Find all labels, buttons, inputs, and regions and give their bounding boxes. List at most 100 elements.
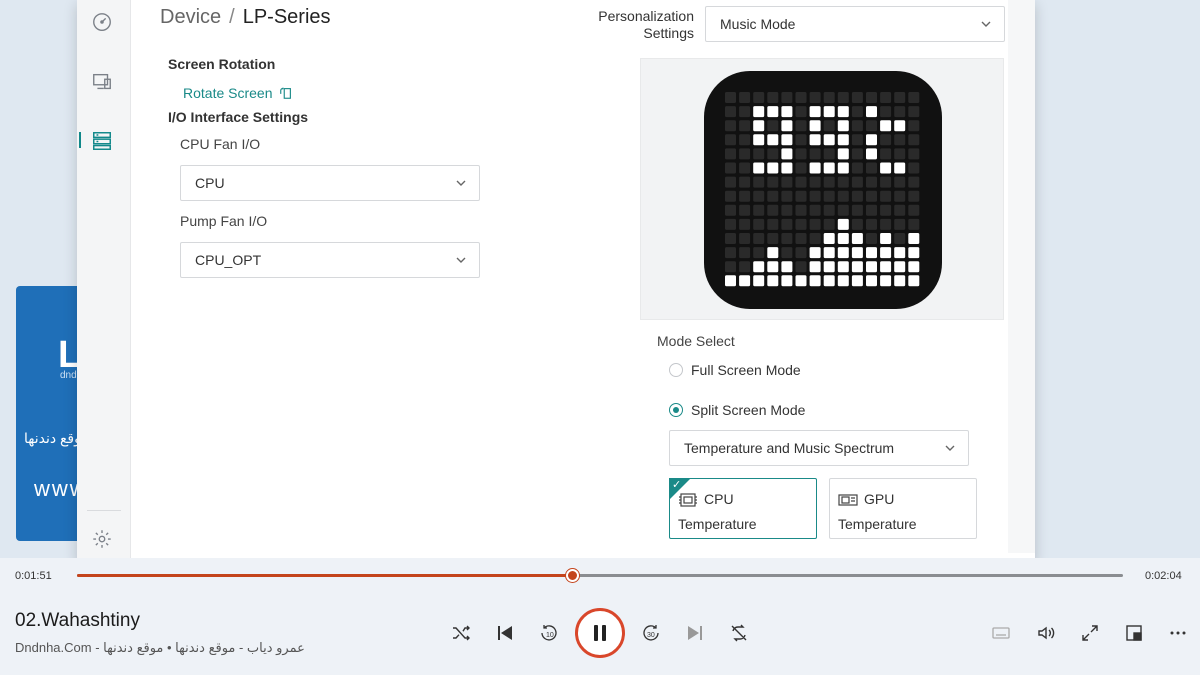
lcd-preview-panel (640, 58, 1004, 320)
lcd-pixel (725, 120, 736, 132)
lcd-pixel (837, 275, 849, 287)
seek-bar[interactable] (77, 569, 1123, 582)
chevron-down-icon (455, 177, 467, 189)
lcd-pixel (851, 233, 863, 244)
split-screen-radio[interactable] (669, 403, 683, 417)
lcd-pixel (837, 218, 849, 230)
lcd-pixel (823, 218, 835, 230)
lcd-pixel (739, 92, 751, 103)
lcd-pixel (725, 176, 736, 188)
device-list-icon[interactable] (91, 130, 113, 152)
lcd-pixel (823, 190, 835, 202)
lcd-pixel (809, 176, 821, 188)
lcd-pixel (753, 92, 765, 103)
lcd-pixel (809, 275, 821, 287)
lcd-pixel (767, 92, 779, 103)
lcd-pixel (908, 204, 920, 216)
lcd-pixel (739, 120, 751, 132)
gpu-temperature-card[interactable]: GPU Temperature (829, 478, 977, 539)
shuffle-icon[interactable] (450, 622, 472, 644)
lcd-pixel (795, 176, 807, 188)
lcd-pixel (739, 148, 751, 160)
volume-icon[interactable] (1035, 622, 1057, 644)
breadcrumb-root[interactable]: Device (160, 6, 221, 28)
cpu-fan-select[interactable]: CPU (180, 165, 480, 201)
rewind-10-icon[interactable]: 10 (538, 622, 560, 644)
lcd-pixel (795, 92, 807, 103)
previous-icon[interactable] (494, 622, 516, 644)
lcd-pixel (753, 134, 765, 146)
lcd-pixel (837, 176, 849, 188)
lcd-pixel (809, 162, 821, 174)
captions-icon[interactable] (990, 622, 1012, 644)
lcd-pixel (781, 92, 793, 103)
cpu-temperature-card[interactable]: ✓ CPU Temperature (669, 478, 817, 539)
rotate-screen-link[interactable]: Rotate Screen (183, 85, 293, 103)
next-icon[interactable] (684, 622, 706, 644)
lcd-pixel (781, 218, 793, 230)
full-screen-radio[interactable] (669, 363, 683, 377)
lcd-pixel (894, 120, 906, 132)
lcd-pixel (866, 176, 877, 188)
lcd-pixel (894, 190, 906, 202)
lcd-pixel (880, 218, 892, 230)
lcd-pixel (767, 148, 779, 160)
more-options-icon[interactable] (1167, 622, 1189, 644)
lcd-pixel (809, 148, 821, 160)
lcd-pixel (908, 233, 920, 244)
lcd-pixel (725, 148, 736, 160)
forward-30-icon[interactable]: 30 (640, 622, 662, 644)
lcd-pixel (851, 106, 863, 118)
device-panel: Device / LP-Series Screen Rotation Rotate … (144, 0, 1008, 553)
lcd-pixel (809, 261, 821, 273)
lcd-pixel (894, 134, 906, 146)
lcd-pixel (866, 261, 877, 273)
svg-text:10: 10 (546, 632, 554, 639)
elapsed-time: 0:01:51 (15, 570, 52, 582)
split-screen-mode-option[interactable]: Split Screen Mode (669, 402, 805, 418)
lcd-pixel (837, 120, 849, 132)
lcd-pixel (809, 92, 821, 103)
lcd-pixel (781, 148, 793, 160)
content-area: Device / LP-Series Screen Rotation Rotate … (144, 0, 1035, 553)
lcd-pixel (851, 134, 863, 146)
lcd-pixel (809, 120, 821, 132)
pause-button[interactable] (575, 608, 625, 658)
lcd-pixel (837, 190, 849, 202)
lcd-pixel (866, 162, 877, 174)
settings-icon[interactable] (91, 528, 113, 550)
lcd-pixel (908, 275, 920, 287)
lcd-pixel (880, 233, 892, 244)
lcd-pixel (795, 120, 807, 132)
mode-select-panel: Mode Select Full Screen Mode Split Scree… (640, 320, 1004, 553)
lcd-pixel (823, 120, 835, 132)
lcd-pixel (767, 120, 779, 132)
total-time: 0:02:04 (1145, 570, 1182, 582)
mode-select-label: Mode Select (657, 333, 735, 349)
mini-player-icon[interactable] (1123, 622, 1145, 644)
full-screen-mode-option[interactable]: Full Screen Mode (669, 362, 801, 378)
lcd-pixel (739, 106, 751, 118)
lcd-pixel (781, 134, 793, 146)
fullscreen-icon[interactable] (1079, 622, 1101, 644)
split-content-value: Temperature and Music Spectrum (684, 440, 895, 456)
lcd-pixel (809, 233, 821, 244)
lcd-pixel (795, 148, 807, 160)
lcd-pixel (823, 176, 835, 188)
personalization-select[interactable]: Music Mode (705, 6, 1005, 42)
split-content-select[interactable]: Temperature and Music Spectrum (669, 430, 969, 466)
lcd-pixel (851, 176, 863, 188)
lcd-pixel (837, 148, 849, 160)
background-logo-sub: dnd (60, 370, 77, 381)
lcd-pixel (739, 190, 751, 202)
dashboard-icon[interactable] (91, 11, 113, 33)
cpu-fan-value: CPU (195, 175, 225, 191)
seek-thumb[interactable] (565, 569, 579, 582)
pump-fan-select[interactable]: CPU_OPT (180, 242, 480, 278)
lcd-pixel (795, 134, 807, 146)
lcd-pixel (809, 204, 821, 216)
repeat-off-icon[interactable] (728, 622, 750, 644)
svg-text:30: 30 (647, 632, 655, 639)
lcd-pixel (767, 247, 779, 259)
monitor-icon[interactable] (91, 71, 113, 93)
